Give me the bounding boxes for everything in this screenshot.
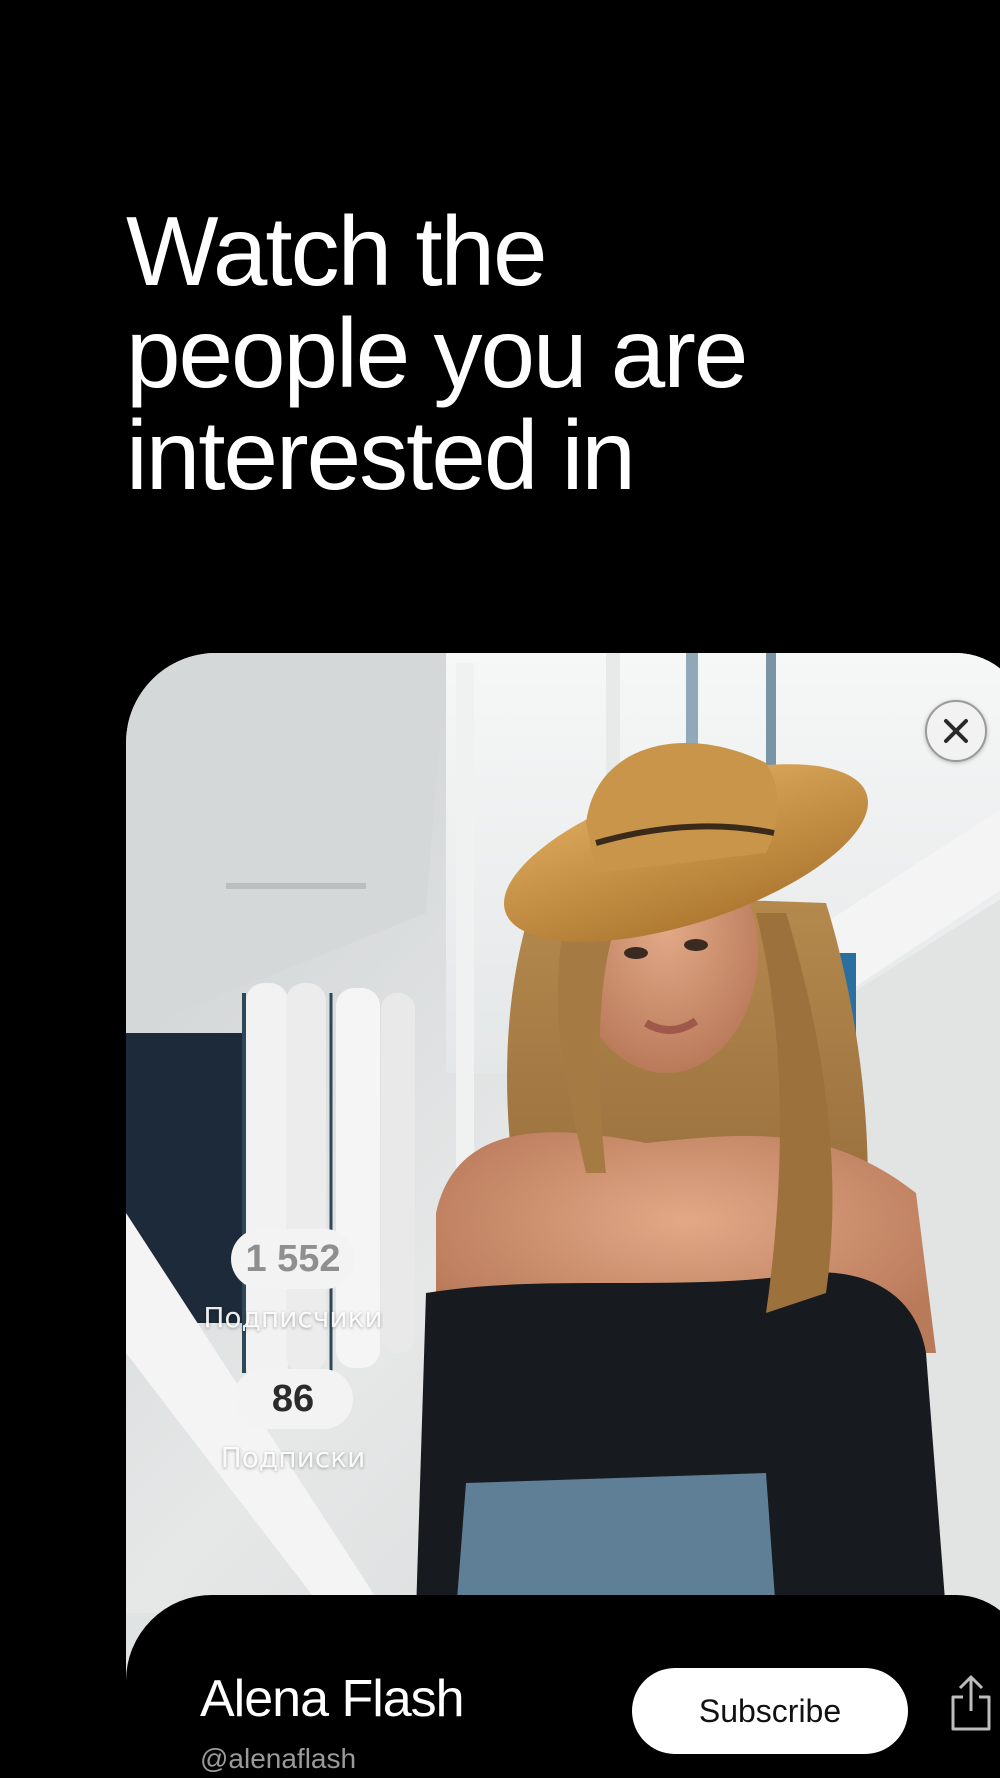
close-button[interactable] bbox=[925, 700, 987, 762]
headline-line-3: interested in bbox=[126, 400, 636, 510]
headline-line-1: Watch the bbox=[126, 196, 548, 306]
share-button[interactable] bbox=[948, 1673, 994, 1733]
profile-name: Alena Flash bbox=[200, 1670, 465, 1728]
following-count: 86 bbox=[233, 1369, 353, 1429]
headline-line-2: people you are bbox=[126, 298, 748, 408]
profile-handle: @alenaflash bbox=[200, 1743, 357, 1774]
headline: Watch the people you are interested in bbox=[126, 200, 946, 506]
close-icon bbox=[944, 719, 968, 743]
following-label: Подписки bbox=[220, 1441, 366, 1474]
followers-stat[interactable]: 1 552 Подписчики bbox=[193, 1229, 393, 1334]
profile-card[interactable]: 1 552 Подписчики 86 Подписки Alena Flash… bbox=[126, 653, 1000, 1778]
share-icon bbox=[951, 1675, 991, 1731]
profile-info-panel: Alena Flash @alenaflash Subscribe bbox=[126, 1595, 1000, 1778]
subscribe-button[interactable]: Subscribe bbox=[632, 1668, 908, 1754]
followers-label: Подписчики bbox=[203, 1301, 383, 1334]
followers-count: 1 552 bbox=[231, 1229, 355, 1289]
following-stat[interactable]: 86 Подписки bbox=[193, 1369, 393, 1474]
